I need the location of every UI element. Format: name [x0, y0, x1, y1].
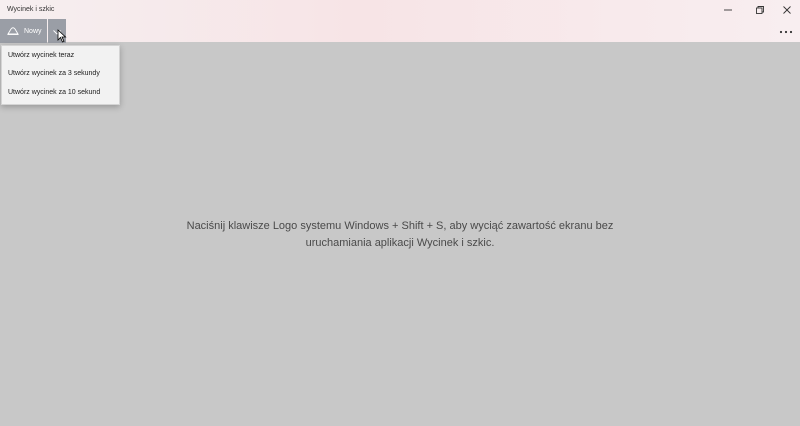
close-button[interactable]: [772, 0, 800, 20]
minimize-icon: [723, 5, 733, 15]
close-icon: [782, 5, 792, 15]
title-bar: Wycinek i szkic: [0, 0, 800, 42]
app-window: Wycinek i szkic Nowy Utwórz wycinek tera…: [0, 0, 800, 426]
mouse-cursor-icon: [57, 29, 69, 43]
snip-delay-menu: Utwórz wycinek teraz Utwórz wycinek za 3…: [1, 45, 120, 105]
more-icon: [779, 21, 793, 39]
restore-icon: [755, 5, 765, 15]
menu-item-snip-10s[interactable]: Utwórz wycinek za 10 sekund: [8, 89, 100, 96]
new-snip-button[interactable]: Nowy: [0, 19, 47, 43]
shortcut-hint-line-1: Naciśnij klawisze Logo systemu Windows +…: [186, 220, 614, 232]
shortcut-hint-line-2: uruchamiania aplikacji Wycinek i szkic.: [305, 237, 495, 249]
snip-icon: [7, 26, 19, 36]
window-title: Wycinek i szkic: [7, 6, 55, 13]
new-snip-label: Nowy: [24, 27, 42, 35]
menu-item-snip-now[interactable]: Utwórz wycinek teraz: [8, 52, 74, 59]
menu-item-snip-3s[interactable]: Utwórz wycinek za 3 sekundy: [8, 70, 100, 77]
minimize-button[interactable]: [713, 0, 743, 20]
more-options-button[interactable]: [776, 22, 796, 38]
shortcut-hint: Naciśnij klawisze Logo systemu Windows +…: [150, 218, 650, 252]
restore-button[interactable]: [745, 0, 775, 20]
